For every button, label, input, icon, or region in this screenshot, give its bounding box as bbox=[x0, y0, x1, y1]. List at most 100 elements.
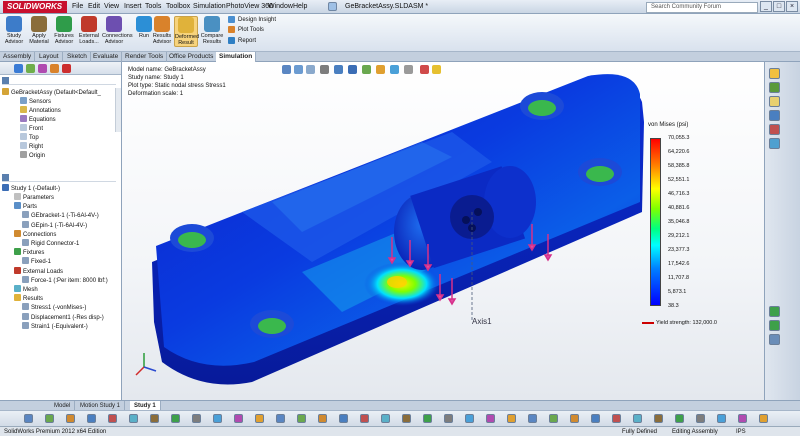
bottom-toolbar-tool-icon[interactable] bbox=[423, 414, 432, 423]
bottom-toolbar-tool-icon[interactable] bbox=[234, 414, 243, 423]
tree-item-front[interactable]: Front bbox=[20, 124, 43, 132]
maximize-button[interactable]: □ bbox=[773, 1, 785, 12]
feature-tree-scrollbar[interactable] bbox=[115, 88, 121, 132]
bottom-toolbar-tool-icon[interactable] bbox=[45, 414, 54, 423]
menu-file[interactable]: File bbox=[72, 2, 83, 12]
study-item-gepin-1-ti-6al-4v[interactable]: GEpin-1 (-Ti-6Al-4V-) bbox=[22, 220, 87, 229]
tree-item-top[interactable]: Top bbox=[20, 133, 39, 141]
view-orientation-icon[interactable] bbox=[334, 65, 343, 74]
zoom-area-icon[interactable] bbox=[294, 65, 303, 74]
bottom-toolbar-tool-icon[interactable] bbox=[360, 414, 369, 423]
bottom-toolbar-tool-icon[interactable] bbox=[696, 414, 705, 423]
appearances-icon[interactable] bbox=[769, 124, 780, 135]
close-button[interactable]: × bbox=[786, 1, 798, 12]
design-library-icon[interactable] bbox=[769, 82, 780, 93]
menu-insert[interactable]: Insert bbox=[124, 2, 142, 12]
study-item-results[interactable]: Results bbox=[14, 294, 43, 302]
minimize-button[interactable]: _ bbox=[760, 1, 772, 12]
study-filter[interactable] bbox=[2, 173, 116, 182]
menu-toolbox[interactable]: Toolbox bbox=[166, 2, 190, 12]
menu-window[interactable]: Window bbox=[268, 2, 293, 12]
simulation-display-icon[interactable] bbox=[420, 65, 429, 74]
apply-scene-icon[interactable] bbox=[390, 65, 399, 74]
study-item-rigid-connector-1[interactable]: Rigid Connector-1 bbox=[22, 239, 79, 247]
tools-icon[interactable] bbox=[769, 334, 780, 345]
study-item-fixed-1[interactable]: Fixed-1 bbox=[22, 257, 51, 265]
menu-tools[interactable]: Tools bbox=[145, 2, 161, 12]
configuration-manager-icon[interactable] bbox=[38, 64, 47, 73]
tab-office-products[interactable]: Office Products bbox=[166, 52, 218, 62]
study-item-displacement1-res-disp[interactable]: Displacement1 (-Res disp-) bbox=[22, 312, 104, 321]
bottom-toolbar-tool-icon[interactable] bbox=[150, 414, 159, 423]
bottom-toolbar-tool-icon[interactable] bbox=[129, 414, 138, 423]
menu-simulation[interactable]: Simulation bbox=[193, 2, 226, 12]
results-advisor-button[interactable]: Results Advisor bbox=[150, 16, 174, 45]
units-indicator[interactable]: IPS bbox=[736, 427, 746, 436]
bottom-toolbar-tool-icon[interactable] bbox=[570, 414, 579, 423]
bottom-toolbar-tool-icon[interactable] bbox=[717, 414, 726, 423]
file-explorer-icon[interactable] bbox=[769, 96, 780, 107]
forward-icon[interactable] bbox=[769, 306, 780, 317]
bottom-toolbar-tool-icon[interactable] bbox=[339, 414, 348, 423]
tab-evaluate[interactable]: Evaluate bbox=[90, 52, 123, 62]
bottom-toolbar-tool-icon[interactable] bbox=[87, 414, 96, 423]
bottom-toolbar-tool-icon[interactable] bbox=[381, 414, 390, 423]
study-item-stress1-vonmises[interactable]: Stress1 (-vonMises-) bbox=[22, 303, 86, 311]
tab-sketch[interactable]: Sketch bbox=[64, 52, 91, 62]
bottom-toolbar-tool-icon[interactable] bbox=[738, 414, 747, 423]
home-icon[interactable] bbox=[328, 2, 337, 11]
tree-item-equations[interactable]: Equations bbox=[20, 115, 56, 123]
menu-photoview-360[interactable]: PhotoView 360 bbox=[226, 2, 273, 12]
display-style-icon[interactable] bbox=[348, 65, 357, 74]
bottom-toolbar-tool-icon[interactable] bbox=[66, 414, 75, 423]
connections-advisor-button[interactable]: Connections Advisor bbox=[102, 16, 133, 45]
view-palette-icon[interactable] bbox=[769, 110, 780, 121]
resources-icon[interactable] bbox=[769, 68, 780, 79]
study-item-parts[interactable]: Parts bbox=[14, 202, 37, 210]
study-item-gebracket-1-ti-6al-4v[interactable]: GEbracket-1 (-Ti-6Al-4V-) bbox=[22, 211, 99, 219]
tab-render-tools[interactable]: Render Tools bbox=[122, 52, 168, 62]
fixtures-advisor-button[interactable]: Fixtures Advisor bbox=[52, 16, 76, 45]
external-loads-button[interactable]: External Loads... bbox=[77, 16, 101, 45]
property-manager-icon[interactable] bbox=[26, 64, 35, 73]
tab-layout[interactable]: Layout bbox=[36, 52, 63, 62]
study-item-fixtures[interactable]: Fixtures bbox=[14, 248, 44, 256]
compare-results-button[interactable]: Compare Results bbox=[200, 16, 224, 45]
zoom-to-fit-icon[interactable] bbox=[282, 65, 291, 74]
bottom-toolbar-tool-icon[interactable] bbox=[612, 414, 621, 423]
bottom-toolbar-tool-icon[interactable] bbox=[633, 414, 642, 423]
back-icon[interactable] bbox=[769, 320, 780, 331]
apply-material-button[interactable]: Apply Material bbox=[27, 16, 51, 45]
edit-appearance-icon[interactable] bbox=[376, 65, 385, 74]
deformed-result-button[interactable]: Deformed Result bbox=[174, 16, 199, 47]
bottom-toolbar-tool-icon[interactable] bbox=[276, 414, 285, 423]
study-advisor-button[interactable]: Study Advisor bbox=[2, 16, 26, 45]
bottom-toolbar-tool-icon[interactable] bbox=[171, 414, 180, 423]
view-settings-icon[interactable] bbox=[404, 65, 413, 74]
study-item-force-1-per-item-8000-lbf[interactable]: Force-1 (:Per item: 8000 lbf:) bbox=[22, 275, 108, 284]
search-input[interactable]: Search Community Forum bbox=[646, 2, 758, 13]
bottom-toolbar-tool-icon[interactable] bbox=[591, 414, 600, 423]
bottom-toolbar-tool-icon[interactable] bbox=[297, 414, 306, 423]
bottom-toolbar-tool-icon[interactable] bbox=[108, 414, 117, 423]
bottom-toolbar-tool-icon[interactable] bbox=[507, 414, 516, 423]
bottom-toolbar-tool-icon[interactable] bbox=[192, 414, 201, 423]
feature-tree-icon[interactable] bbox=[14, 64, 23, 73]
feature-filter[interactable] bbox=[2, 76, 116, 85]
tab-simulation[interactable]: Simulation bbox=[216, 52, 257, 62]
bottom-toolbar-tool-icon[interactable] bbox=[402, 414, 411, 423]
section-view-icon[interactable] bbox=[320, 65, 329, 74]
plot-display-icon[interactable] bbox=[432, 65, 441, 74]
tree-item-right[interactable]: Right bbox=[20, 142, 43, 150]
menu-view[interactable]: View bbox=[104, 2, 119, 12]
plot-tools-button[interactable]: Plot Tools bbox=[228, 26, 264, 34]
tab-assembly[interactable]: Assembly bbox=[0, 52, 36, 62]
bottom-toolbar-tool-icon[interactable] bbox=[759, 414, 768, 423]
tree-item-sensors[interactable]: Sensors bbox=[20, 97, 51, 105]
study-item-parameters[interactable]: Parameters bbox=[14, 193, 54, 201]
solidworks-logo[interactable]: SOLIDWORKS bbox=[3, 1, 67, 13]
hide-show-icon[interactable] bbox=[362, 65, 371, 74]
bottom-toolbar-tool-icon[interactable] bbox=[465, 414, 474, 423]
bottom-toolbar-tool-icon[interactable] bbox=[24, 414, 33, 423]
tree-root-assembly[interactable]: GeBracketAssy (Default<Default_ bbox=[2, 88, 101, 96]
